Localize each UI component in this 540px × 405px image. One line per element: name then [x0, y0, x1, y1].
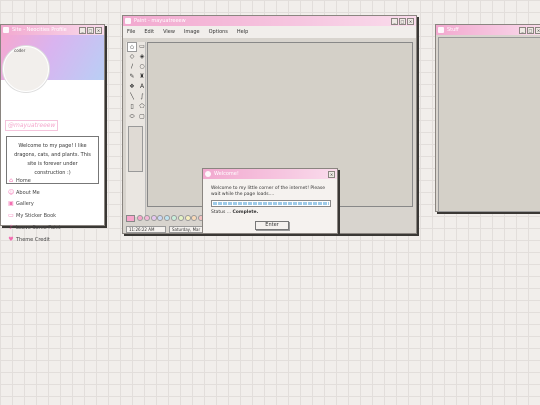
nav-item-label: Home: [16, 177, 31, 184]
color-swatch[interactable]: [157, 215, 164, 221]
line-icon[interactable]: ╲: [127, 92, 137, 102]
menu-options[interactable]: Options: [209, 29, 228, 35]
magnifier-icon[interactable]: ○: [137, 62, 147, 72]
menu-file[interactable]: File: [127, 29, 135, 35]
stuff-window-content: [438, 37, 540, 212]
nav-item-label: Leave Some Paint: [16, 225, 61, 232]
nav-item-label: My Sticker Book: [16, 213, 57, 220]
airbrush-icon[interactable]: ❖: [127, 82, 137, 92]
folder-icon: ▭: [8, 212, 14, 220]
eraser-icon[interactable]: ◇: [127, 52, 137, 62]
stuff-window: Stuff _ □ ×: [435, 24, 540, 212]
person-icon: ☺: [8, 188, 15, 196]
paint-app-icon: [125, 18, 131, 24]
nav-item-label: Theme Credit: [16, 236, 50, 243]
maximize-button[interactable]: □: [399, 17, 406, 25]
brush-icon: ♪: [9, 224, 13, 232]
heart-icon: ♥: [8, 235, 14, 243]
username: @mayuatreeew: [5, 120, 59, 131]
welcome-dialog: Welcome! × Welcome to my little corner o…: [202, 168, 338, 234]
nav-item-theme-credit[interactable]: ♥ Theme Credit: [8, 234, 61, 246]
maximize-button[interactable]: □: [87, 26, 94, 34]
nav-item-label: About Me: [16, 189, 40, 196]
window-icon: [438, 27, 444, 33]
nav-item-leave-paint[interactable]: ♪ Leave Some Paint: [8, 222, 61, 234]
color-swatch[interactable]: [164, 215, 171, 221]
progress-fill: [213, 202, 329, 205]
ellipse-icon[interactable]: ⬭: [127, 112, 137, 122]
close-button[interactable]: ×: [95, 26, 102, 34]
load-status-label: Status ...: [211, 210, 232, 215]
close-button[interactable]: ×: [535, 26, 540, 34]
nav-item-about-me[interactable]: ☺ About Me: [8, 187, 61, 199]
color-swatch[interactable]: [150, 215, 157, 221]
close-button[interactable]: ×: [407, 17, 414, 25]
select-rect-icon[interactable]: ▭: [137, 42, 147, 52]
select-star-icon[interactable]: ✩: [127, 42, 137, 52]
dialog-icon: [205, 171, 211, 177]
color-swatch[interactable]: [177, 215, 184, 221]
enter-button[interactable]: Enter: [255, 221, 289, 230]
pencil-icon[interactable]: ✎: [127, 72, 137, 82]
status-time: 11:26:22 AM: [126, 226, 166, 233]
menu-view[interactable]: View: [163, 29, 175, 35]
paint-window-titlebar[interactable]: Paint - mayuatreeew _ □ ×: [123, 16, 416, 26]
loading-progress-bar: [211, 200, 331, 207]
toolbox: ✩ ▭ ◇ ◈ ∕ ○ ✎ ♜ ❖ A ╲ ∫ ▯ ⬠ ⬭ ▢: [126, 42, 146, 217]
nav-item-sticker-book[interactable]: ▭ My Sticker Book: [8, 210, 61, 222]
text-icon[interactable]: A: [137, 82, 147, 92]
avatar-label: coder: [14, 48, 26, 53]
menu-image[interactable]: Image: [184, 29, 200, 35]
color-swatch[interactable]: [191, 215, 198, 221]
welcome-message: Welcome to my little corner of the inter…: [211, 186, 326, 197]
rounded-rect-icon[interactable]: ▢: [137, 112, 147, 122]
color-swatch[interactable]: [170, 215, 177, 221]
tool-options-panel[interactable]: [128, 126, 143, 172]
curve-icon[interactable]: ∫: [137, 92, 147, 102]
avatar: [3, 46, 49, 92]
window-icon: [3, 27, 9, 33]
image-icon: ▣: [8, 200, 14, 208]
profile-window: Site - Neocities Profile _ □ × coder @ma…: [0, 24, 105, 243]
current-color[interactable]: [126, 214, 135, 222]
menu-help[interactable]: Help: [237, 29, 248, 35]
nav-item-gallery[interactable]: ▣ Gallery: [8, 199, 61, 211]
color-swatch[interactable]: [137, 215, 143, 221]
home-icon: ⌂: [9, 176, 13, 184]
profile-window-titlebar[interactable]: Site - Neocities Profile _ □ ×: [1, 25, 104, 35]
rectangle-icon[interactable]: ▯: [127, 102, 137, 112]
stuff-window-title: Stuff: [447, 27, 459, 33]
welcome-dialog-titlebar[interactable]: Welcome! ×: [203, 169, 337, 179]
polygon-icon[interactable]: ⬠: [137, 102, 147, 112]
minimize-button[interactable]: _: [391, 17, 398, 25]
close-button[interactable]: ×: [328, 170, 335, 178]
nav-item-label: Gallery: [16, 201, 34, 208]
minimize-button[interactable]: _: [79, 26, 86, 34]
fill-icon[interactable]: ◈: [137, 52, 147, 62]
color-swatch[interactable]: [143, 215, 150, 221]
menu-edit[interactable]: Edit: [144, 29, 154, 35]
stuff-window-titlebar[interactable]: Stuff _ □ ×: [436, 25, 540, 35]
welcome-dialog-title: Welcome!: [214, 171, 239, 177]
eyedropper-icon[interactable]: ∕: [127, 62, 137, 72]
minimize-button[interactable]: _: [519, 26, 526, 34]
profile-window-title: Site - Neocities Profile: [12, 27, 67, 33]
paint-window-title: Paint - mayuatreeew: [134, 18, 186, 24]
brush-icon[interactable]: ♜: [137, 72, 147, 82]
load-status: Status ... Complete.: [211, 210, 258, 215]
color-swatch[interactable]: [184, 215, 191, 221]
maximize-button[interactable]: □: [527, 26, 534, 34]
menu-bar: File Edit View Image Options Help: [123, 26, 416, 38]
profile-nav: ⌂ Home ☺ About Me ▣ Gallery ▭ My Sticker Boo…: [8, 175, 61, 246]
nav-item-home[interactable]: ⌂ Home: [8, 175, 61, 187]
load-status-value: Complete.: [232, 210, 259, 215]
